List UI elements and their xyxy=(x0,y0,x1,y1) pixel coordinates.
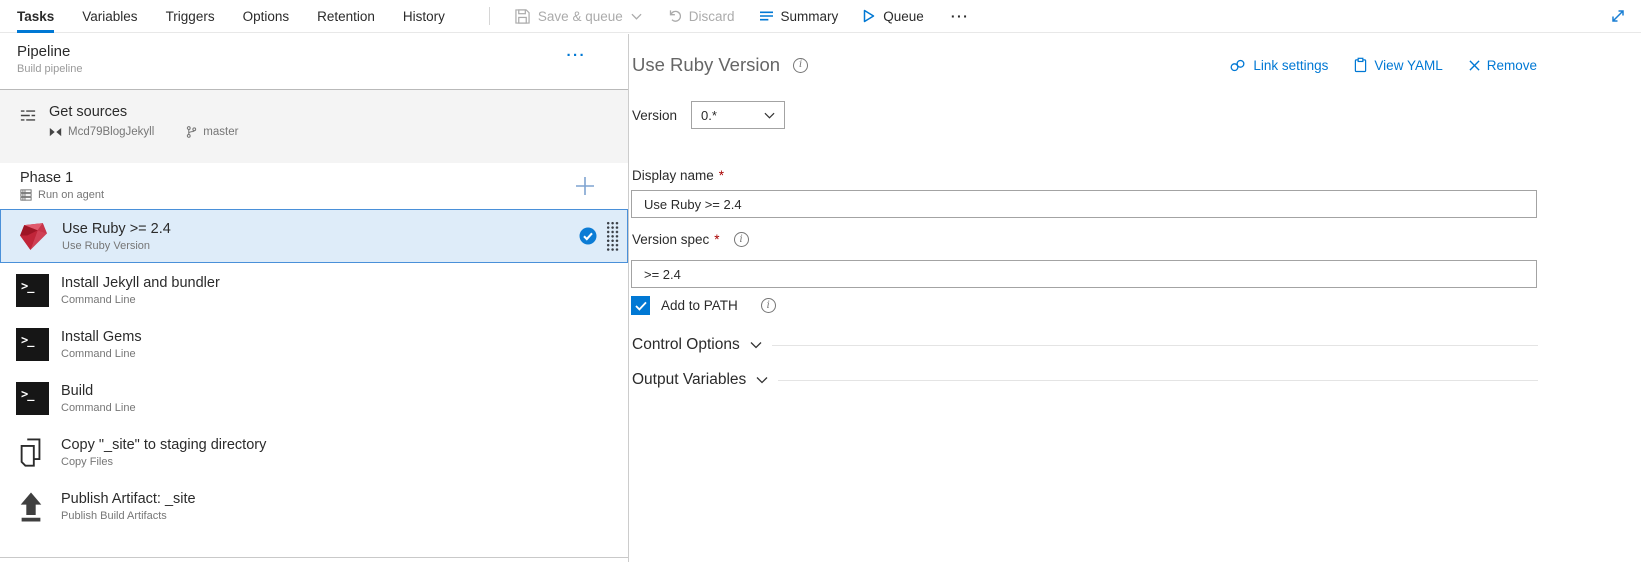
tab-tasks[interactable]: Tasks xyxy=(17,0,54,32)
task-row-install-gems[interactable]: >_ Install Gems Command Line xyxy=(0,317,628,371)
terminal-icon: >_ xyxy=(16,328,49,361)
version-spec-label: Version spec xyxy=(632,232,709,247)
chevron-down-icon xyxy=(631,13,642,20)
agent-icon xyxy=(20,189,32,201)
task-title: Install Gems xyxy=(61,328,142,346)
save-icon xyxy=(515,9,530,24)
pipeline-toolbar: Tasks Variables Triggers Options Retenti… xyxy=(0,0,1641,33)
discard-button[interactable]: Discard xyxy=(667,0,735,32)
chevron-down-icon xyxy=(764,112,775,119)
fullscreen-expand-icon[interactable] xyxy=(1610,0,1626,32)
task-title: Publish Artifact: _site xyxy=(61,490,196,508)
branch-name: master xyxy=(203,126,238,138)
task-title: Copy "_site" to staging directory xyxy=(61,436,266,454)
link-icon xyxy=(1229,59,1246,72)
sources-list-icon xyxy=(20,108,36,163)
tab-retention[interactable]: Retention xyxy=(317,0,375,32)
copy-files-icon xyxy=(16,436,49,469)
pipeline-header: Pipeline Build pipeline ··· xyxy=(0,34,628,89)
output-variables-section-toggle[interactable]: Output Variables xyxy=(632,371,746,389)
toolbar-more-button[interactable]: ··· xyxy=(951,0,970,32)
repo-name: Mcd79BlogJekyll xyxy=(68,126,154,138)
task-subtitle: Use Ruby Version xyxy=(62,240,171,252)
info-icon[interactable] xyxy=(761,298,776,313)
task-subtitle: Copy Files xyxy=(61,456,266,468)
task-subtitle: Command Line xyxy=(61,348,142,360)
tab-options[interactable]: Options xyxy=(243,0,290,32)
chevron-down-icon xyxy=(750,341,762,349)
add-to-path-checkbox[interactable] xyxy=(631,296,650,315)
info-icon[interactable] xyxy=(793,58,808,73)
phase-subtitle: Run on agent xyxy=(38,189,104,201)
ruby-gem-icon xyxy=(17,220,50,253)
info-icon[interactable] xyxy=(734,232,749,247)
terminal-icon: >_ xyxy=(16,382,49,415)
pipeline-title: Pipeline xyxy=(17,43,628,60)
toolbar-divider xyxy=(489,7,490,25)
queue-button[interactable]: Queue xyxy=(863,0,924,32)
save-and-queue-button[interactable]: Save & queue xyxy=(515,0,642,32)
drag-handle[interactable] xyxy=(606,221,619,251)
task-row-publish-artifact[interactable]: Publish Artifact: _site Publish Build Ar… xyxy=(0,479,628,533)
task-row-install-jekyll[interactable]: >_ Install Jekyll and bundler Command Li… xyxy=(0,263,628,317)
undo-icon xyxy=(667,9,681,23)
task-row-copy-site[interactable]: Copy "_site" to staging directory Copy F… xyxy=(0,425,628,479)
branch-icon xyxy=(186,125,197,139)
view-yaml-button[interactable]: View YAML xyxy=(1354,57,1442,73)
phase-row[interactable]: Phase 1 Run on agent xyxy=(0,163,628,209)
version-select[interactable]: 0.* xyxy=(691,101,785,129)
task-title: Install Jekyll and bundler xyxy=(61,274,220,292)
task-editor-panel: Use Ruby Version Link settings View YAML xyxy=(629,34,1641,562)
tab-history[interactable]: History xyxy=(403,0,445,32)
task-subtitle: Command Line xyxy=(61,402,136,414)
toolbar-tabs: Tasks Variables Triggers Options Retenti… xyxy=(0,0,473,32)
display-name-input[interactable] xyxy=(631,190,1537,218)
play-icon xyxy=(863,9,875,23)
remove-task-button[interactable]: Remove xyxy=(1469,57,1537,73)
tab-triggers[interactable]: Triggers xyxy=(166,0,215,32)
summary-button[interactable]: Summary xyxy=(760,0,839,32)
pipeline-task-list-panel: Pipeline Build pipeline ··· Get sources … xyxy=(0,34,628,562)
add-to-path-label: Add to PATH xyxy=(661,298,738,313)
required-asterisk: * xyxy=(719,168,724,183)
chevron-down-icon xyxy=(756,376,768,384)
summary-list-icon xyxy=(760,10,773,22)
link-settings-button[interactable]: Link settings xyxy=(1229,57,1328,73)
control-options-section-toggle[interactable]: Control Options xyxy=(632,336,740,354)
azure-repos-bowtie-icon xyxy=(49,127,62,137)
terminal-icon: >_ xyxy=(16,274,49,307)
task-row-build[interactable]: >_ Build Command Line xyxy=(0,371,628,425)
display-name-label: Display name xyxy=(632,168,714,183)
pipeline-more-button[interactable]: ··· xyxy=(567,47,587,64)
task-valid-check-icon xyxy=(579,227,597,245)
task-subtitle: Command Line xyxy=(61,294,220,306)
task-editor-title: Use Ruby Version xyxy=(632,54,780,76)
tab-variables[interactable]: Variables xyxy=(82,0,137,32)
task-row-use-ruby[interactable]: Use Ruby >= 2.4 Use Ruby Version xyxy=(0,209,628,263)
close-icon xyxy=(1469,60,1480,71)
get-sources-title: Get sources xyxy=(49,104,238,120)
task-title: Build xyxy=(61,382,136,400)
section-divider xyxy=(778,380,1538,381)
task-subtitle: Publish Build Artifacts xyxy=(61,510,196,522)
add-task-button[interactable] xyxy=(575,176,595,196)
phase-title: Phase 1 xyxy=(20,170,628,186)
version-label: Version xyxy=(632,108,677,123)
required-asterisk: * xyxy=(714,232,719,247)
task-list-bottom-divider xyxy=(0,557,628,558)
version-spec-input[interactable] xyxy=(631,260,1537,288)
section-divider xyxy=(772,345,1538,346)
pipeline-subtitle: Build pipeline xyxy=(17,63,628,75)
task-title: Use Ruby >= 2.4 xyxy=(62,220,171,238)
clipboard-icon xyxy=(1354,57,1367,73)
get-sources-row[interactable]: Get sources Mcd79BlogJekyll master xyxy=(0,89,628,163)
upload-icon xyxy=(16,490,49,523)
